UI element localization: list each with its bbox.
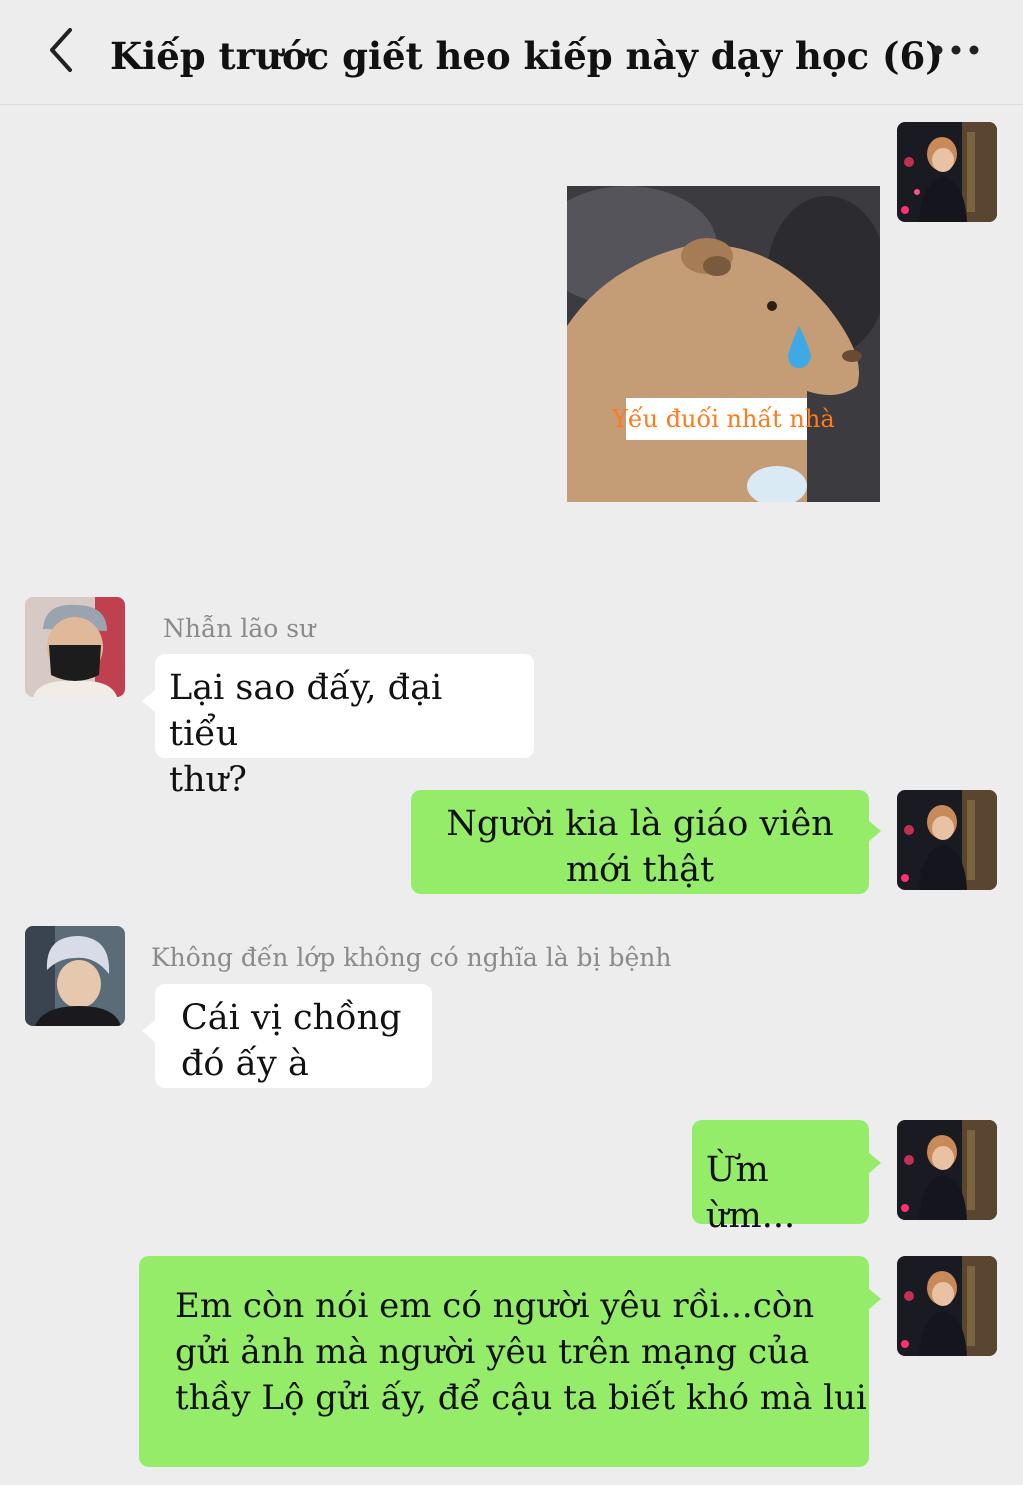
message-bubble[interactable]: Em còn nói em có người yêu rồi...còn gửi… — [139, 1256, 869, 1467]
message-line: gửi ảnh mà người yêu trên mạng của — [175, 1332, 810, 1372]
my-avatar[interactable] — [897, 122, 997, 222]
message-line: mới thật — [565, 850, 715, 890]
message-bubble[interactable]: Cái vị chồng đó ấy à — [155, 984, 432, 1088]
chat-header: Kiếp trước giết heo kiếp này dạy học (6) — [0, 0, 1023, 105]
my-avatar[interactable] — [897, 790, 997, 890]
message-line: Lại sao đấy, đại tiểu — [169, 668, 443, 754]
message-line: đó ấy à — [181, 1044, 309, 1084]
message-bubble[interactable]: Ừm ừm... — [692, 1120, 869, 1236]
message-line: Cái vị chồng — [181, 998, 402, 1038]
message-line: Ừm ừm... — [706, 1150, 796, 1236]
chat-title: Kiếp trước giết heo kiếp này dạy học (6) — [110, 34, 943, 78]
sender-name: Nhẫn lão sư — [163, 614, 316, 643]
sender-name: Không đến lớp không có nghĩa là bị bệnh — [151, 943, 672, 972]
sender-avatar-nhan-lao-su[interactable] — [25, 597, 125, 697]
my-avatar[interactable] — [897, 1256, 997, 1356]
message-line: thầy Lộ gửi ấy, để cậu ta biết khó mà lu… — [175, 1378, 867, 1418]
message-line: Em còn nói em có người yêu rồi...còn — [175, 1286, 815, 1326]
more-dots-icon[interactable] — [930, 42, 982, 58]
my-avatar[interactable] — [897, 1120, 997, 1220]
message-line: Người kia là giáo viên — [446, 804, 834, 844]
message-bubble[interactable]: Người kia là giáo viên mới thật — [411, 790, 869, 894]
sender-avatar[interactable] — [25, 926, 125, 1026]
sticker-caption: Yếu đuối nhất nhà — [612, 396, 835, 442]
capybara-sticker[interactable] — [567, 186, 880, 502]
message-bubble[interactable]: Lại sao đấy, đại tiểu thư? — [155, 654, 534, 800]
chevron-left-icon[interactable] — [42, 26, 82, 74]
